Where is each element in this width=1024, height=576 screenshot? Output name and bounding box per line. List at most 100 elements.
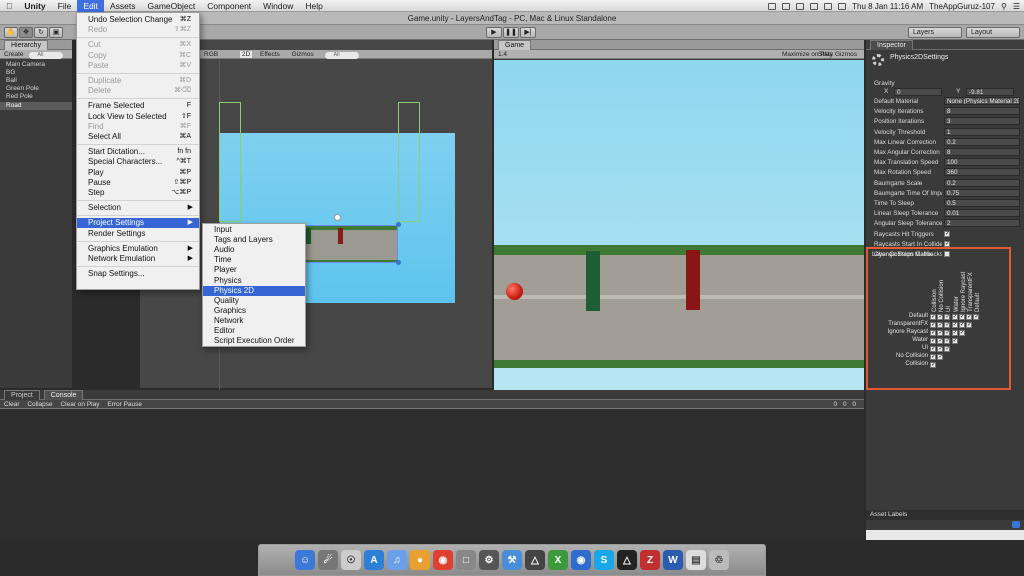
info-count[interactable]: 0 — [834, 401, 838, 408]
unity-dock-icon-2[interactable]: △ — [617, 550, 637, 570]
checkbox[interactable]: ✓ — [944, 240, 950, 247]
menu-item-render-settings[interactable]: Render Settings — [77, 229, 199, 239]
menu-gameobject[interactable]: GameObject — [142, 0, 202, 12]
layers-dropdown[interactable]: Layers — [908, 27, 962, 38]
matrix-checkbox[interactable]: ✓ — [937, 314, 943, 320]
tab-inspector[interactable]: Inspector — [870, 40, 913, 50]
app-menu-unity[interactable]: Unity — [18, 0, 51, 12]
project-settings-item-physics[interactable]: Physics — [203, 276, 305, 286]
game-gizmos-dropdown[interactable]: Gizmos — [835, 50, 857, 59]
warning-count[interactable]: 0 — [843, 401, 847, 408]
matrix-checkbox[interactable]: ✓ — [930, 338, 936, 344]
scene-gizmos-dropdown[interactable]: Gizmos — [292, 51, 314, 58]
matrix-checkbox[interactable]: ✓ — [930, 322, 936, 328]
menu-item-snap-settings[interactable]: Snap Settings... — [77, 269, 199, 279]
field-value-input[interactable]: 3 — [944, 117, 1020, 126]
pause-button[interactable]: ❚❚ — [503, 27, 519, 38]
scene-handle[interactable] — [396, 260, 401, 265]
spotlight-icon[interactable]: ⚲ — [1001, 2, 1007, 11]
render-mode-dropdown[interactable]: RGB — [204, 51, 218, 58]
word-icon[interactable]: W — [663, 550, 683, 570]
hierarchy-item-ball[interactable]: Ball — [6, 77, 17, 85]
play-button[interactable]: ▶ — [486, 27, 502, 38]
checkbox[interactable]: ✓ — [944, 230, 950, 237]
matrix-checkbox[interactable]: ✓ — [958, 314, 965, 320]
effects-dropdown[interactable]: Effects — [260, 51, 280, 58]
field-value-input[interactable]: 1 — [944, 127, 1020, 136]
tag-icon[interactable] — [1012, 521, 1020, 528]
aspect-dropdown[interactable]: 1.4 — [498, 51, 507, 58]
network-icon[interactable]: ◉ — [571, 550, 591, 570]
project-settings-item-input[interactable]: Input — [203, 225, 305, 235]
project-settings-item-audio[interactable]: Audio — [203, 245, 305, 255]
hierarchy-item-main-camera[interactable]: Main Camera — [6, 61, 45, 69]
menu-help[interactable]: Help — [299, 0, 328, 12]
matrix-checkbox[interactable]: ✓ — [966, 314, 972, 320]
scene-search-input[interactable]: All — [325, 52, 360, 59]
menu-assets[interactable]: Assets — [104, 0, 142, 12]
project-settings-item-tags-and-layers[interactable]: Tags and Layers — [203, 235, 305, 245]
user-name[interactable]: TheAppGuruz-107 — [929, 2, 995, 11]
menu-item-lock-view-to-selected[interactable]: Lock View to Selected ⇧F — [77, 112, 199, 122]
field-value-input[interactable]: 100 — [944, 158, 1020, 167]
menu-file[interactable]: File — [52, 0, 78, 12]
menu-item-project-settings[interactable]: Project Settings ▶ — [77, 218, 199, 229]
preview-icon[interactable]: □ — [456, 550, 476, 570]
project-settings-item-physics-2d[interactable]: Physics 2D — [203, 285, 305, 296]
project-settings-item-script-execution-order[interactable]: Script Execution Order — [203, 336, 305, 346]
clock[interactable]: Thu 8 Jan 11:16 AM — [852, 2, 923, 11]
skype-dock-icon[interactable]: S — [594, 550, 614, 570]
menu-item-step[interactable]: Step ⌥⌘P — [77, 188, 199, 198]
hierarchy-item-red-pole[interactable]: Red Pole — [6, 93, 33, 101]
menu-item-graphics-emulation[interactable]: Graphics Emulation ▶ — [77, 244, 199, 254]
tab-hierarchy[interactable]: Hierarchy — [4, 40, 48, 50]
field-value-input[interactable]: 8 — [944, 107, 1020, 116]
matrix-checkbox[interactable]: ✓ — [930, 354, 936, 360]
menu-item-select-all[interactable]: Select All ⌘A — [77, 132, 199, 142]
tab-console[interactable]: Console — [43, 390, 84, 400]
project-settings-item-editor[interactable]: Editor — [203, 326, 305, 336]
matrix-checkbox[interactable]: ✓ — [944, 314, 950, 320]
project-settings-item-network[interactable]: Network — [203, 316, 305, 326]
menu-item-play[interactable]: Play ⌘P — [77, 168, 199, 178]
unity-icon[interactable]: △ — [525, 550, 545, 570]
matrix-checkbox[interactable]: ✓ — [937, 354, 943, 360]
clear-on-play-toggle[interactable]: Clear on Play — [60, 401, 99, 408]
tab-project[interactable]: Project — [4, 390, 40, 400]
status-icon[interactable] — [782, 2, 791, 10]
matrix-checkbox[interactable]: ✓ — [966, 322, 972, 328]
hierarchy-item-road[interactable]: Road — [0, 102, 72, 110]
battery-icon[interactable] — [838, 2, 847, 10]
hierarchy-item-bg[interactable]: BG — [6, 69, 15, 77]
settings-icon[interactable]: ⚙ — [479, 550, 499, 570]
create-button[interactable]: Create — [4, 51, 24, 58]
firefox-icon[interactable]: ● — [410, 550, 430, 570]
launchpad-icon[interactable]: ☄ — [318, 550, 338, 570]
tab-game[interactable]: Game — [498, 40, 532, 50]
error-pause-toggle[interactable]: Error Pause — [107, 401, 142, 408]
field-value-input[interactable]: 2 — [944, 219, 1020, 228]
scene-red-pole[interactable] — [338, 228, 343, 244]
filezilla-icon[interactable]: Z — [640, 550, 660, 570]
chrome-icon[interactable]: ◉ — [433, 550, 453, 570]
menu-item-special-characters[interactable]: Special Characters... ^⌘T — [77, 157, 199, 167]
matrix-checkbox[interactable]: ✓ — [937, 322, 943, 328]
matrix-checkbox[interactable]: ✓ — [944, 338, 950, 344]
field-value-input[interactable]: 0.75 — [944, 188, 1020, 197]
trash-icon[interactable]: ♲ — [709, 550, 729, 570]
matrix-checkbox[interactable]: ✓ — [937, 346, 943, 352]
hierarchy-item-green-pole[interactable]: Green Pole — [6, 85, 39, 93]
matrix-checkbox[interactable]: ✓ — [958, 322, 965, 328]
notification-icon[interactable]: ☰ — [1013, 2, 1020, 11]
volume-icon[interactable] — [824, 2, 833, 10]
field-value-input[interactable]: None (Physics Material 2D — [944, 97, 1020, 105]
field-value-input[interactable]: 8 — [944, 148, 1020, 156]
finder-icon[interactable]: ☺ — [295, 550, 315, 570]
matrix-checkbox[interactable]: ✓ — [951, 314, 958, 320]
matrix-checkbox[interactable]: ✓ — [930, 362, 936, 368]
project-settings-item-player[interactable]: Player — [203, 265, 305, 275]
game-view[interactable]: Game 1.4 Maximize on Play Stats Gizmos — [494, 40, 864, 390]
layout-dropdown[interactable]: Layout — [966, 27, 1020, 38]
itunes-icon[interactable]: ♫ — [387, 550, 407, 570]
wifi-icon[interactable] — [810, 2, 819, 10]
